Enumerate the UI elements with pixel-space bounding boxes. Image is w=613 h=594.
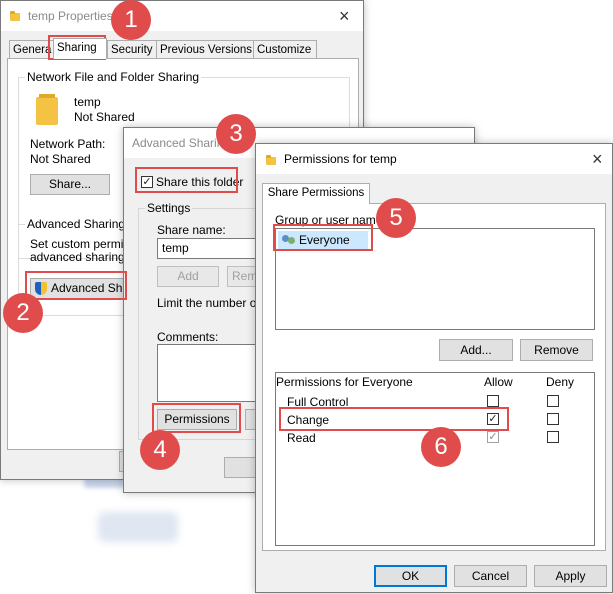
network-path-label: Network Path: bbox=[30, 137, 106, 151]
ok-button[interactable]: OK bbox=[374, 565, 447, 587]
highlight-permissions-button bbox=[152, 403, 241, 433]
step-badge-5: 5 bbox=[376, 198, 416, 238]
share-name-label: Share name: bbox=[157, 223, 226, 237]
tab-share-permissions[interactable]: Share Permissions bbox=[262, 183, 370, 204]
properties-title: temp Properties bbox=[28, 9, 113, 23]
advanced-sharing-label: Advanced Sharing bbox=[25, 217, 128, 231]
step-badge-2: 2 bbox=[3, 293, 43, 333]
deny-checkbox[interactable] bbox=[547, 413, 559, 425]
tab-previous-versions[interactable]: Previous Versions bbox=[156, 40, 256, 59]
limit-users-label: Limit the number of s bbox=[157, 296, 270, 310]
permissions-titlebar: Permissions for temp × bbox=[256, 144, 612, 174]
folder-icon bbox=[10, 11, 20, 21]
comments-label: Comments: bbox=[157, 330, 219, 344]
folder-name: temp bbox=[74, 95, 101, 109]
comments-field[interactable] bbox=[157, 344, 267, 402]
remove-user-button[interactable]: Remove bbox=[520, 339, 593, 361]
add-share-button[interactable]: Add bbox=[157, 266, 219, 287]
permissions-for-label: Permissions for Everyone bbox=[276, 375, 413, 389]
deny-checkbox[interactable] bbox=[547, 395, 559, 407]
step-badge-3: 3 bbox=[216, 114, 256, 154]
close-icon[interactable]: × bbox=[339, 6, 350, 27]
deny-header: Deny bbox=[546, 375, 575, 389]
cancel-button[interactable]: Cancel bbox=[454, 565, 527, 587]
permissions-window: Permissions for temp × Share Permissions… bbox=[255, 143, 613, 593]
deny-checkbox[interactable] bbox=[547, 431, 559, 443]
folder-icon bbox=[266, 155, 276, 165]
advanced-description-line-2: advanced sharing o bbox=[30, 250, 135, 264]
highlight-change-row bbox=[279, 407, 509, 431]
network-sharing-label: Network File and Folder Sharing bbox=[25, 70, 202, 84]
network-path-value: Not Shared bbox=[30, 152, 91, 166]
add-user-button[interactable]: Add... bbox=[439, 339, 513, 361]
advanced-description-line-1: Set custom permissi bbox=[30, 237, 139, 251]
allow-checkbox[interactable] bbox=[487, 395, 499, 407]
share-button[interactable]: Share... bbox=[30, 174, 110, 195]
allow-checkbox[interactable] bbox=[487, 431, 499, 443]
step-badge-1: 1 bbox=[111, 0, 151, 40]
step-badge-6: 6 bbox=[421, 427, 461, 467]
highlight-advanced-button bbox=[25, 271, 127, 300]
permission-name: Read bbox=[287, 431, 316, 445]
step-badge-4: 4 bbox=[140, 430, 180, 470]
permissions-title: Permissions for temp bbox=[284, 152, 397, 166]
background-blur-shape bbox=[98, 512, 178, 542]
tab-customize[interactable]: Customize bbox=[253, 40, 317, 59]
tab-security[interactable]: Security bbox=[107, 40, 159, 59]
advanced-sharing-title: Advanced Sharin bbox=[132, 136, 224, 150]
allow-header: Allow bbox=[484, 375, 513, 389]
apply-button[interactable]: Apply bbox=[534, 565, 607, 587]
tab-sharing[interactable]: Sharing bbox=[53, 38, 107, 59]
settings-label: Settings bbox=[145, 201, 193, 215]
properties-titlebar: temp Properties × bbox=[1, 1, 363, 31]
folder-status: Not Shared bbox=[74, 110, 135, 124]
close-icon[interactable]: × bbox=[592, 149, 603, 170]
large-folder-icon bbox=[36, 94, 58, 125]
highlight-everyone bbox=[273, 224, 373, 251]
permissions-tab-panel: Group or user names: Everyone Add... Rem… bbox=[262, 203, 606, 551]
share-name-field[interactable]: temp bbox=[157, 238, 267, 259]
highlight-share-checkbox bbox=[135, 167, 238, 193]
